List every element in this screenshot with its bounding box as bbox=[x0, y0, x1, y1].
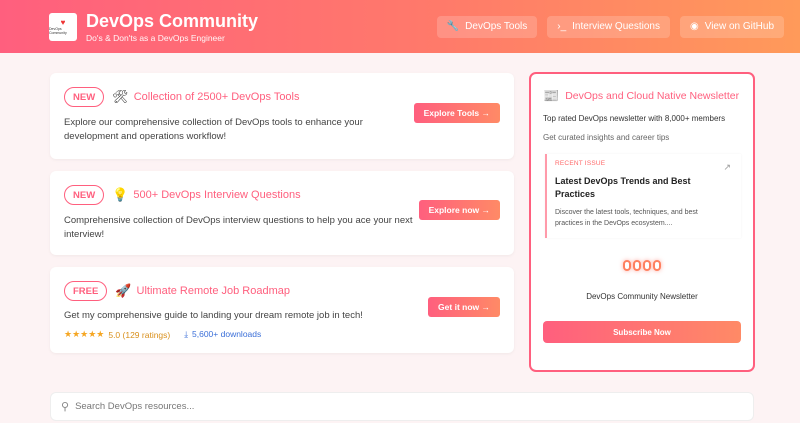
brand: DevOps Community Do's & Don'ts as a DevO… bbox=[86, 11, 258, 43]
new-badge: NEW bbox=[64, 185, 105, 205]
new-badge: NEW bbox=[64, 87, 105, 107]
recent-issue-card[interactable]: RECENT ISSUE Latest DevOps Trends and Be… bbox=[545, 154, 741, 238]
nav-label: View on GitHub bbox=[704, 21, 774, 32]
nav-interview-questions-button[interactable]: ›_ Interview Questions bbox=[547, 15, 670, 38]
get-it-now-button[interactable]: Get it now → bbox=[428, 297, 500, 317]
brand-logo[interactable]: ♥ DevOps Community bbox=[49, 12, 77, 41]
nav-github-button[interactable]: ◉ View on GitHub bbox=[679, 15, 784, 38]
download-icon: ⤓ bbox=[184, 329, 189, 339]
wrench-icon: 🔧 bbox=[446, 21, 460, 32]
search-icon: ⚲ bbox=[61, 401, 70, 413]
downloads-count: ⤓ 5,600+ downloads bbox=[184, 329, 261, 340]
downloads-text: 5,600+ downloads bbox=[192, 329, 262, 339]
tools-card: NEW 🛠 Collection of 2500+ DevOps Tools E… bbox=[50, 73, 514, 159]
nav-label: DevOps Tools bbox=[465, 21, 528, 32]
heart-icon: ♥ bbox=[60, 17, 66, 27]
logo-text: DevOps Community bbox=[49, 26, 67, 35]
card-title: Collection of 2500+ DevOps Tools bbox=[133, 91, 300, 103]
card-title: Ultimate Remote Job Roadmap bbox=[136, 285, 290, 297]
newspaper-icon: 📰 bbox=[543, 88, 560, 103]
subscribe-button[interactable]: Subscribe Now bbox=[543, 321, 741, 343]
free-badge: FREE bbox=[64, 281, 108, 301]
header-nav: 🔧 DevOps Tools ›_ Interview Questions ◉ … bbox=[436, 15, 784, 38]
brand-title: DevOps Community bbox=[86, 10, 259, 31]
search-bar: ⚲ bbox=[50, 392, 754, 421]
roadmap-card: FREE 🚀 Ultimate Remote Job Roadmap Get m… bbox=[50, 267, 514, 353]
newsletter-subtitle: Get curated insights and career tips bbox=[543, 133, 670, 142]
explore-now-button[interactable]: Explore now → bbox=[418, 200, 500, 220]
card-description: Get my comprehensive guide to landing yo… bbox=[64, 310, 363, 321]
interview-card: NEW 💡 500+ DevOps Interview Questions Co… bbox=[50, 171, 514, 255]
newsletter-panel: 📰 DevOps and Cloud Native Newsletter Top… bbox=[529, 72, 755, 372]
external-link-icon[interactable]: ↗ bbox=[723, 162, 731, 173]
top-header: ♥ DevOps Community DevOps Community Do's… bbox=[0, 0, 800, 53]
card-description: Comprehensive collection of DevOps inter… bbox=[64, 215, 413, 240]
rocket-icon: 🚀 bbox=[115, 283, 132, 298]
newsletter-name: DevOps Community Newsletter bbox=[586, 292, 698, 301]
recent-issue-label: RECENT ISSUE bbox=[555, 160, 606, 167]
brand-subtitle: Do's & Don'ts as a DevOps Engineer bbox=[86, 32, 225, 43]
newsletter-logo-icon bbox=[543, 260, 741, 271]
github-icon: ◉ bbox=[689, 21, 699, 32]
nav-devops-tools-button[interactable]: 🔧 DevOps Tools bbox=[436, 15, 538, 38]
explore-tools-button[interactable]: Explore Tools → bbox=[413, 103, 500, 123]
nav-label: Interview Questions bbox=[572, 21, 660, 32]
newsletter-members: Top rated DevOps newsletter with 8,000+ … bbox=[543, 114, 726, 123]
issue-title: Latest DevOps Trends and Best Practices bbox=[555, 176, 691, 199]
card-title: 500+ DevOps Interview Questions bbox=[133, 189, 301, 201]
rating-row: ★★★★★ 5.0 (129 ratings) ⤓ 5,600+ downloa… bbox=[64, 329, 500, 340]
terminal-icon: ›_ bbox=[557, 21, 567, 32]
tools-icon: 🛠 bbox=[112, 89, 129, 104]
issue-description: Discover the latest tools, techniques, a… bbox=[555, 209, 698, 227]
search-input[interactable] bbox=[75, 401, 676, 412]
card-description: Explore our comprehensive collection of … bbox=[64, 117, 363, 142]
rating-text: 5.0 (129 ratings) bbox=[108, 329, 171, 340]
lightbulb-icon: 💡 bbox=[112, 187, 129, 202]
newsletter-title: DevOps and Cloud Native Newsletter bbox=[565, 90, 740, 102]
star-rating-icon: ★★★★★ bbox=[64, 329, 105, 339]
